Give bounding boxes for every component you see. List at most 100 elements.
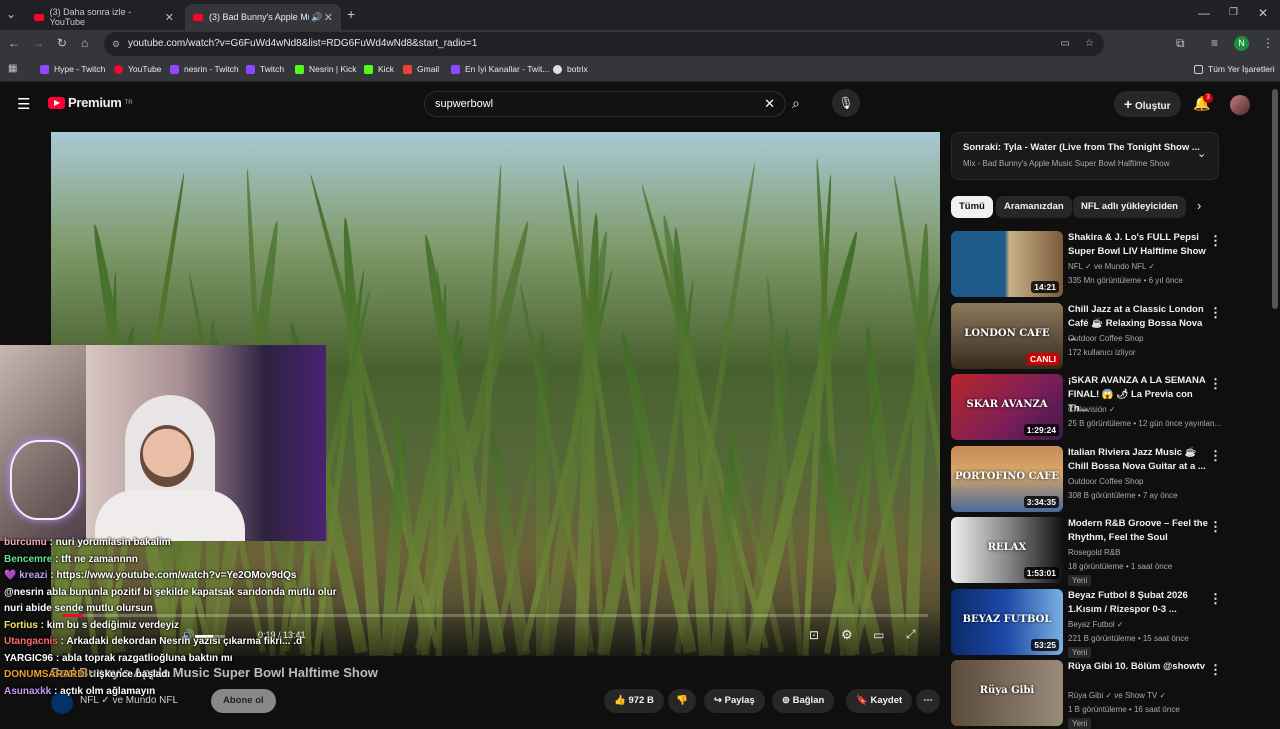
recommendation-item[interactable]: PORTOFINO CAFE 3:34:35 Italian Riviera Jaz… <box>951 445 1222 514</box>
search-input[interactable]: supwerbowl ✕ <box>424 91 786 117</box>
new-tab-button[interactable]: + <box>347 6 355 22</box>
maximize-icon[interactable]: ❐ <box>1229 7 1238 18</box>
recommendation-item[interactable]: SKAR AVANZA 1:29:24 ¡SKAR AVANZA A LA SEMA… <box>951 374 1222 442</box>
recommendation-channel[interactable]: Rosegold R&B <box>1068 548 1120 557</box>
settings-gear-icon[interactable]: ⚙ <box>841 627 853 643</box>
save-button[interactable]: 🔖 Kaydet <box>846 689 913 713</box>
fullscreen-icon[interactable]: ⤢ <box>906 627 916 642</box>
profile-avatar[interactable]: N <box>1234 36 1249 51</box>
subtitles-icon[interactable]: ⊡ <box>809 628 819 642</box>
all-bookmarks[interactable]: Tüm Yer İşaretleri <box>1194 64 1275 74</box>
more-options-icon[interactable]: ⋮ <box>1209 591 1222 607</box>
browser-tab-bar: ⌄ (3) Daha sonra izle - YouTube ✕ (3) Ba… <box>0 0 1280 30</box>
minimize-icon[interactable]: — <box>1198 6 1210 20</box>
chip-from-search[interactable]: Aramanızdan <box>996 196 1072 218</box>
audio-playing-icon[interactable]: 🔊 <box>311 12 322 23</box>
bookmark-gmail[interactable]: Gmail <box>403 64 439 74</box>
more-options-icon[interactable]: ⋮ <box>1209 662 1222 678</box>
more-options-icon[interactable]: ⋮ <box>1209 305 1222 321</box>
more-actions-button[interactable]: ⋯ <box>916 689 940 713</box>
recommendation-item[interactable]: BEYAZ FUTBOL 53:25 Beyaz Futbol 8 Şubat 20… <box>951 588 1222 658</box>
theater-mode-icon[interactable]: ▭ <box>873 628 884 642</box>
more-options-icon[interactable]: ⋮ <box>1209 376 1222 392</box>
extensions-icon[interactable]: ⧉ <box>1176 36 1185 51</box>
bookmark-en-iyi-kanallar[interactable]: En İyi Kanallar - Twit... <box>451 64 549 74</box>
voice-search-icon[interactable]: 🎙 <box>832 89 860 117</box>
home-icon[interactable]: ⌂ <box>81 36 88 50</box>
dislike-button[interactable]: 👎 <box>668 689 696 713</box>
recommendation-item[interactable]: 14:21 Shakira & J. Lo's FULL Pepsi Super … <box>951 231 1222 299</box>
bookmark-nesrin-twitch[interactable]: nesrin - Twitch <box>170 64 239 74</box>
hamburger-menu-icon[interactable]: ☰ <box>17 95 30 113</box>
youtube-favicon-icon <box>193 13 203 21</box>
close-tab-icon[interactable]: ✕ <box>165 11 174 24</box>
bookmark-nesrin-kick[interactable]: Nesrin | Kick <box>295 64 357 74</box>
recommendation-channel[interactable]: Beyaz Futbol ✓ <box>1068 620 1124 629</box>
video-thumbnail[interactable]: RELAX 1:53:01 <box>951 517 1063 583</box>
chip-from-nfl[interactable]: NFL adlı yükleyiciden <box>1073 196 1186 218</box>
more-options-icon[interactable]: ⋮ <box>1209 448 1222 464</box>
page-scrollbar[interactable] <box>1272 89 1278 309</box>
recommendation-item[interactable]: LONDON CAFE CANLI Chill Jazz at a Classic … <box>951 302 1222 371</box>
recommendation-channel[interactable]: Rüya Gibi ✓ ve Show TV ✓ <box>1068 691 1166 700</box>
connect-button[interactable]: ⊚ Bağlan <box>772 689 835 713</box>
close-window-icon[interactable]: ✕ <box>1258 6 1268 20</box>
chevron-right-icon[interactable]: › <box>1197 198 1201 213</box>
share-button[interactable]: ↪ Paylaş <box>704 689 765 713</box>
account-avatar[interactable] <box>1230 95 1250 115</box>
duration-badge: 53:25 <box>1031 638 1059 651</box>
media-control-icon[interactable]: ≡ <box>1211 36 1218 50</box>
video-thumbnail[interactable]: LONDON CAFE CANLI <box>951 302 1063 369</box>
video-thumbnail[interactable]: 14:21 <box>951 231 1063 297</box>
clear-search-icon[interactable]: ✕ <box>764 92 775 116</box>
bookmark-youtube[interactable]: YouTube <box>114 64 161 74</box>
tab-search-icon[interactable]: ⌄ <box>6 7 16 21</box>
create-button[interactable]: + Oluştur <box>1114 91 1181 117</box>
close-tab-icon[interactable]: ✕ <box>324 11 333 24</box>
chip-all[interactable]: Tümü <box>951 196 993 218</box>
bookmark-botrix[interactable]: botrix <box>553 64 588 74</box>
recommendation-channel[interactable]: Outdoor Coffee Shop <box>1068 477 1143 486</box>
more-options-icon[interactable]: ⋮ <box>1209 233 1222 249</box>
recommendation-channel[interactable]: Outdoor Coffee Shop <box>1068 334 1143 343</box>
like-button[interactable]: 👍 972 B <box>604 689 664 713</box>
bookmark-star-icon[interactable]: ☆ <box>1085 32 1094 56</box>
back-icon[interactable]: ← <box>8 36 20 50</box>
url-text: youtube.com/watch?v=G6FuWd4wNd8&list=RDG… <box>128 38 478 49</box>
chat-text: : https://www.youtube.com/watch?v=Ye2OMo… <box>47 570 297 581</box>
more-options-icon[interactable]: ⋮ <box>1209 519 1222 535</box>
video-thumbnail[interactable]: SKAR AVANZA 1:29:24 <box>951 374 1063 440</box>
tab-bad-bunny[interactable]: (3) Bad Bunny's Apple Music 🔊 ✕ <box>185 4 341 30</box>
video-thumbnail[interactable]: BEYAZ FUTBOL 53:25 <box>951 588 1063 655</box>
address-bar[interactable]: ⚙ youtube.com/watch?v=G6FuWd4wNd8&list=R… <box>104 32 1104 56</box>
chat-message: Utangacnis : Arkadaki dekordan Nesrin ya… <box>0 634 345 651</box>
site-info-icon[interactable]: ⚙ <box>112 32 120 56</box>
reload-icon[interactable]: ↻ <box>57 36 67 50</box>
recommendation-channel[interactable]: NFL ✓ ve Mundo NFL ✓ <box>1068 262 1155 271</box>
install-app-icon[interactable]: ▭ <box>1061 32 1070 56</box>
chat-text: @nesrin abla bununla pozitif bi şekilde … <box>4 586 337 615</box>
apps-grid-icon[interactable]: ▦ <box>8 63 17 74</box>
recommendation-item[interactable]: Rüya Gibi Rüya Gibi 10. Bölüm @showtv Rüya… <box>951 660 1222 729</box>
chevron-down-icon[interactable]: ⌄ <box>1197 147 1206 160</box>
up-next-mix: Mix - Bad Bunny's Apple Music Super Bowl… <box>963 159 1170 168</box>
tab-watch-later[interactable]: (3) Daha sonra izle - YouTube ✕ <box>26 4 182 30</box>
up-next-panel[interactable]: Sonraki: Tyla - Water (Live from The Ton… <box>951 132 1219 180</box>
bookmark-twitch[interactable]: Twitch <box>246 64 284 74</box>
video-thumbnail[interactable]: Rüya Gibi <box>951 660 1063 726</box>
stream-chat-overlay: burcumu : nuri yorumlasin bakalim Bencemr… <box>0 535 345 700</box>
menu-kebab-icon[interactable]: ⋮ <box>1262 36 1274 50</box>
recommendation-channel[interactable]: Chilevisión ✓ <box>1068 405 1116 414</box>
bookmark-hype-twitch[interactable]: Hype - Twitch <box>40 64 105 74</box>
kick-icon <box>364 64 373 74</box>
recommendation-item[interactable]: RELAX 1:53:01 Modern R&B Groove – Feel the… <box>951 517 1222 586</box>
search-icon[interactable]: ⌕ <box>792 95 800 112</box>
toolbar: ← → ↻ ⌂ ⚙ youtube.com/watch?v=G6FuWd4wNd… <box>0 30 1280 58</box>
recommendation-meta: 172 kullanıcı izliyor <box>1068 347 1136 357</box>
video-thumbnail[interactable]: PORTOFINO CAFE 3:34:35 <box>951 445 1063 512</box>
bookmark-kick[interactable]: Kick <box>364 64 394 74</box>
chat-username: Asunaxkk <box>4 685 52 697</box>
youtube-premium-logo[interactable]: Premium TR <box>48 95 133 110</box>
forward-icon[interactable]: → <box>32 36 44 50</box>
bookmark-label: nesrin - Twitch <box>184 64 239 74</box>
